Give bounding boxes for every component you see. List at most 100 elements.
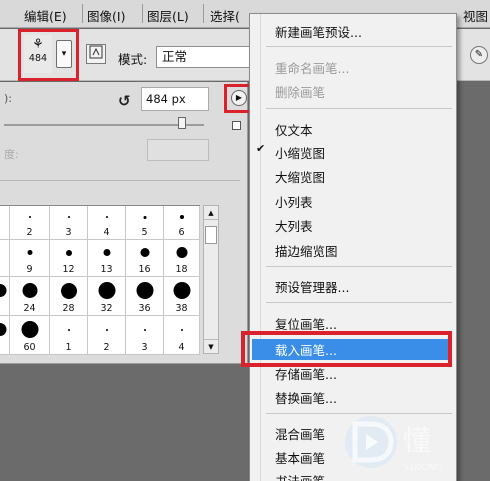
watermark-text: 51DONG (403, 463, 442, 473)
brush-tip-dot (27, 250, 32, 255)
menu-gutter (260, 14, 261, 481)
brush-tip-dot (0, 284, 7, 297)
menu-item-small-list[interactable]: 小列表 (275, 192, 313, 211)
brush-tip-dot (180, 328, 183, 331)
brush-preset-cell[interactable]: 12 (50, 240, 88, 277)
scroll-thumb[interactable] (205, 226, 217, 244)
menu-item-calligraphic-brushes[interactable]: 书法画笔 (275, 471, 325, 481)
brush-preset-cell[interactable]: 4 (88, 206, 126, 240)
menu-item-rename: 重命名画笔... (275, 61, 350, 76)
menu-separator (266, 46, 452, 47)
scroll-down-arrow-icon[interactable]: ▼ (204, 339, 218, 353)
brush-preset-cell[interactable]: 32 (88, 277, 126, 316)
brush-size-number: 5 (141, 227, 148, 238)
brush-preset-cell[interactable]: 6 (164, 206, 200, 240)
brush-tip-dot (105, 328, 108, 331)
brush-preset-cell[interactable]: 13 (88, 240, 126, 277)
menu-layer[interactable]: 图层(L) (147, 6, 189, 25)
brush-tip-dot (65, 249, 72, 256)
mode-select[interactable]: 正常 (156, 46, 251, 68)
mode-label: 模式: (118, 52, 148, 67)
menu-separator (266, 266, 452, 267)
brush-size-number: 28 (62, 303, 75, 314)
preset-scrollbar[interactable]: ▲ ▼ (203, 205, 219, 354)
airbrush-icon[interactable]: ✎ (470, 46, 488, 64)
brush-tip-dot (143, 215, 146, 219)
menu-view[interactable]: 视图 (463, 6, 488, 25)
menu-item-text-only[interactable]: 仅文本 (275, 120, 313, 139)
brush-preset-cell[interactable]: 38 (164, 277, 200, 316)
menu-item-save-brushes[interactable]: 存储画笔... (275, 364, 337, 383)
diameter-slider-track[interactable] (4, 124, 204, 126)
brush-tip-dot (103, 249, 110, 256)
hardness-input[interactable] (147, 139, 209, 161)
brush-preset-cell[interactable]: 3 (126, 316, 164, 355)
brush-preset-cell[interactable]: 4 (164, 316, 200, 355)
brush-tip-dot (136, 282, 153, 299)
brush-tip-dot (22, 283, 37, 298)
menu-divider (203, 4, 204, 23)
menu-item-preset-manager[interactable]: 预设管理器... (275, 277, 349, 296)
scroll-up-arrow-icon[interactable]: ▲ (204, 206, 218, 220)
brush-tip-dot (98, 282, 115, 299)
brush-preset-cell[interactable]: 2 (88, 316, 126, 355)
brush-size-number: 1 (65, 342, 72, 353)
brush-preset-cell[interactable]: 9 (10, 240, 50, 277)
brush-size-number: 2 (103, 342, 110, 353)
brush-preset-cell[interactable]: 1 (50, 316, 88, 355)
menu-item-basic-brushes[interactable]: 基本画笔 (275, 448, 325, 467)
brush-size-number: 3 (65, 227, 72, 238)
brush-tip-dot (28, 216, 31, 218)
check-icon: ✔ (256, 142, 266, 155)
reset-size-icon[interactable]: ↺ (118, 92, 131, 110)
brush-preset-cell[interactable] (0, 206, 10, 240)
menu-item-delete: 删除画笔 (275, 85, 326, 100)
brush-preset-cell[interactable]: 16 (126, 240, 164, 277)
brush-tip-dot (173, 282, 190, 299)
brush-preset-cell[interactable]: 60 (10, 316, 50, 355)
brush-tip-dot (0, 323, 7, 336)
diameter-label: ): (4, 92, 12, 105)
menu-separator (266, 108, 452, 109)
menu-item-large-list[interactable]: 大列表 (275, 216, 313, 235)
new-preset-icon[interactable] (232, 121, 241, 130)
menu-select[interactable]: 选择( (210, 6, 240, 25)
brush-preset-cell[interactable] (0, 240, 10, 277)
brush-preset-cell[interactable]: 28 (50, 277, 88, 316)
brush-size-number: 16 (138, 264, 151, 275)
brush-panel-toggle-icon[interactable] (86, 44, 106, 64)
brush-preset-cell[interactable]: 5 (126, 206, 164, 240)
brush-preset-cell[interactable] (0, 316, 10, 355)
brush-tip-dot (143, 328, 146, 331)
menu-edit[interactable]: 编辑(E) (24, 6, 67, 25)
diameter-slider-thumb[interactable] (178, 117, 186, 129)
brush-preset-cell[interactable]: 36 (126, 277, 164, 316)
annotation-highlight-box (241, 331, 452, 367)
brush-preset-cell[interactable] (0, 277, 10, 316)
menu-item-assorted-brushes[interactable]: 混合画笔 (275, 424, 325, 443)
menu-item-large-thumbnail[interactable]: 大缩览图 (275, 167, 325, 186)
brush-tip-dot (60, 282, 77, 299)
brush-size-number: 12 (62, 264, 75, 275)
brush-tip-dot (140, 248, 149, 257)
brush-preset-cell[interactable]: 3 (50, 206, 88, 240)
menu-item-replace-brushes[interactable]: 替换画笔... (275, 388, 337, 407)
brush-size-number: 9 (26, 264, 33, 275)
brush-preset-cell[interactable]: 24 (10, 277, 50, 316)
brush-size-number: 24 (23, 303, 36, 314)
menu-item-stroke-thumbnail[interactable]: 描边缩览图 (275, 241, 338, 260)
brush-preset-cell[interactable]: 2 (10, 206, 50, 240)
diameter-input[interactable]: 484 px (141, 87, 209, 111)
menu-divider (82, 4, 83, 23)
brush-size-number: 4 (103, 227, 110, 238)
brush-size-number: 13 (100, 264, 113, 275)
menu-item-new-preset[interactable]: 新建画笔预设... (275, 22, 362, 41)
brush-size-number: 18 (175, 264, 188, 275)
menu-image[interactable]: 图像(I) (87, 6, 125, 25)
brush-size-number: 6 (178, 227, 185, 238)
brush-tip-dot (21, 321, 38, 338)
menu-item-small-thumbnail[interactable]: 小缩览图 (275, 143, 325, 162)
brush-size-number: 2 (26, 227, 33, 238)
brush-tip-dot (176, 247, 187, 258)
brush-preset-cell[interactable]: 18 (164, 240, 200, 277)
